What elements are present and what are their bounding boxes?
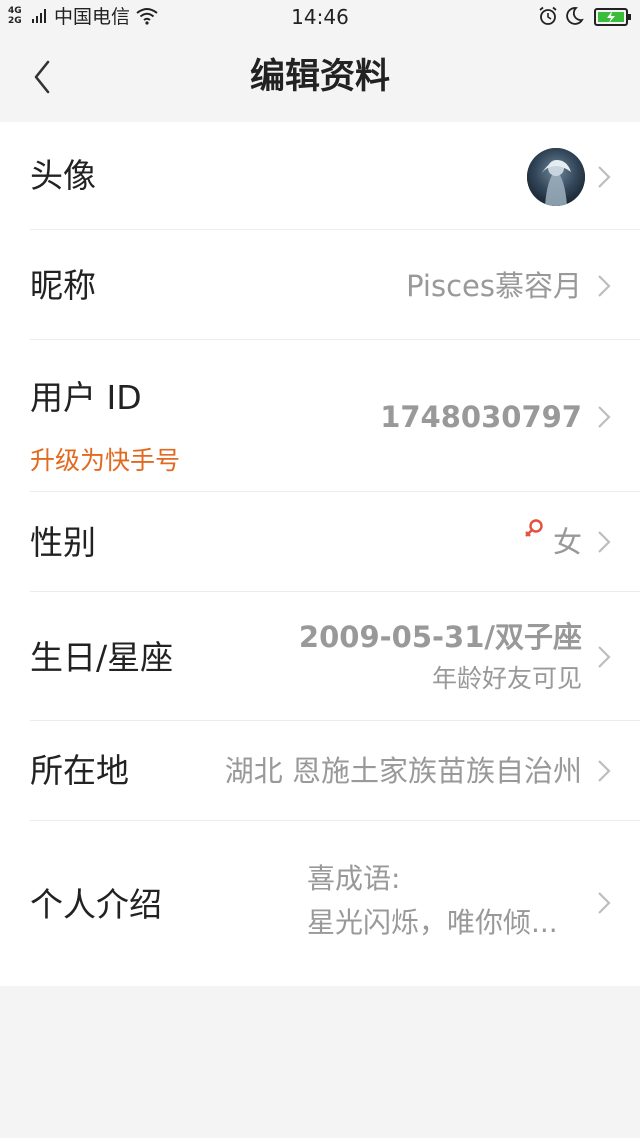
birthday-value: 2009-05-31/双子座 [298,620,582,654]
row-location[interactable]: 所在地 湖北 恩施土家族苗族自治州 [0,721,640,821]
avatar[interactable] [527,148,585,206]
chevron-right-icon [598,275,611,297]
birthday-label: 生日/星座 [30,638,174,677]
gender-label: 性别 [30,523,96,562]
location-value: 湖北 恩施土家族苗族自治州 [224,754,582,788]
row-user-id[interactable]: 用户 ID 升级为快手号 1748030797 [0,340,640,492]
chevron-right-icon [598,646,611,668]
avatar-label: 头像 [30,156,96,195]
intro-line-2: 星光闪烁，唯你倾... [307,906,558,939]
upgrade-kuaishou-id-link[interactable]: 升级为快手号 [30,446,180,476]
chevron-right-icon [598,531,611,553]
chevron-right-icon [598,760,611,782]
nav-bar: 编辑资料 [0,34,640,122]
nickname-value: Pisces慕容月 [406,269,582,303]
row-gender[interactable]: 性别 女 [0,492,640,592]
avatar-image [527,148,585,206]
gender-value: 女 [552,525,582,559]
user-id-label: 用户 ID [30,378,142,417]
location-label: 所在地 [30,751,129,790]
page-title: 编辑资料 [249,57,390,97]
chevron-right-icon [598,166,611,188]
profile-edit-list: 头像 昵称 Pisces慕容月 用户 ID 升级为快手号 1748030797 … [0,122,640,986]
nickname-label: 昵称 [30,266,96,305]
intro-label: 个人介绍 [30,885,162,924]
moon-icon [566,7,584,25]
row-birthday[interactable]: 生日/星座 2009-05-31/双子座 年龄好友可见 [0,592,640,721]
row-intro[interactable]: 个人介绍 喜成语: 星光闪烁，唯你倾... [0,821,640,986]
female-symbol-icon [525,519,543,537]
alarm-icon [539,6,557,25]
chevron-right-icon [598,406,611,428]
battery-icon [594,8,631,26]
row-avatar[interactable]: 头像 [0,122,640,230]
row-nickname[interactable]: 昵称 Pisces慕容月 [0,230,640,340]
user-id-value: 1748030797 [380,400,582,434]
chevron-right-icon [598,892,611,914]
status-bar: 4G 2G 中国电信 14:46 [0,0,640,34]
birthday-visibility-note: 年龄好友可见 [431,664,582,693]
intro-line-1: 喜成语: [307,862,401,895]
